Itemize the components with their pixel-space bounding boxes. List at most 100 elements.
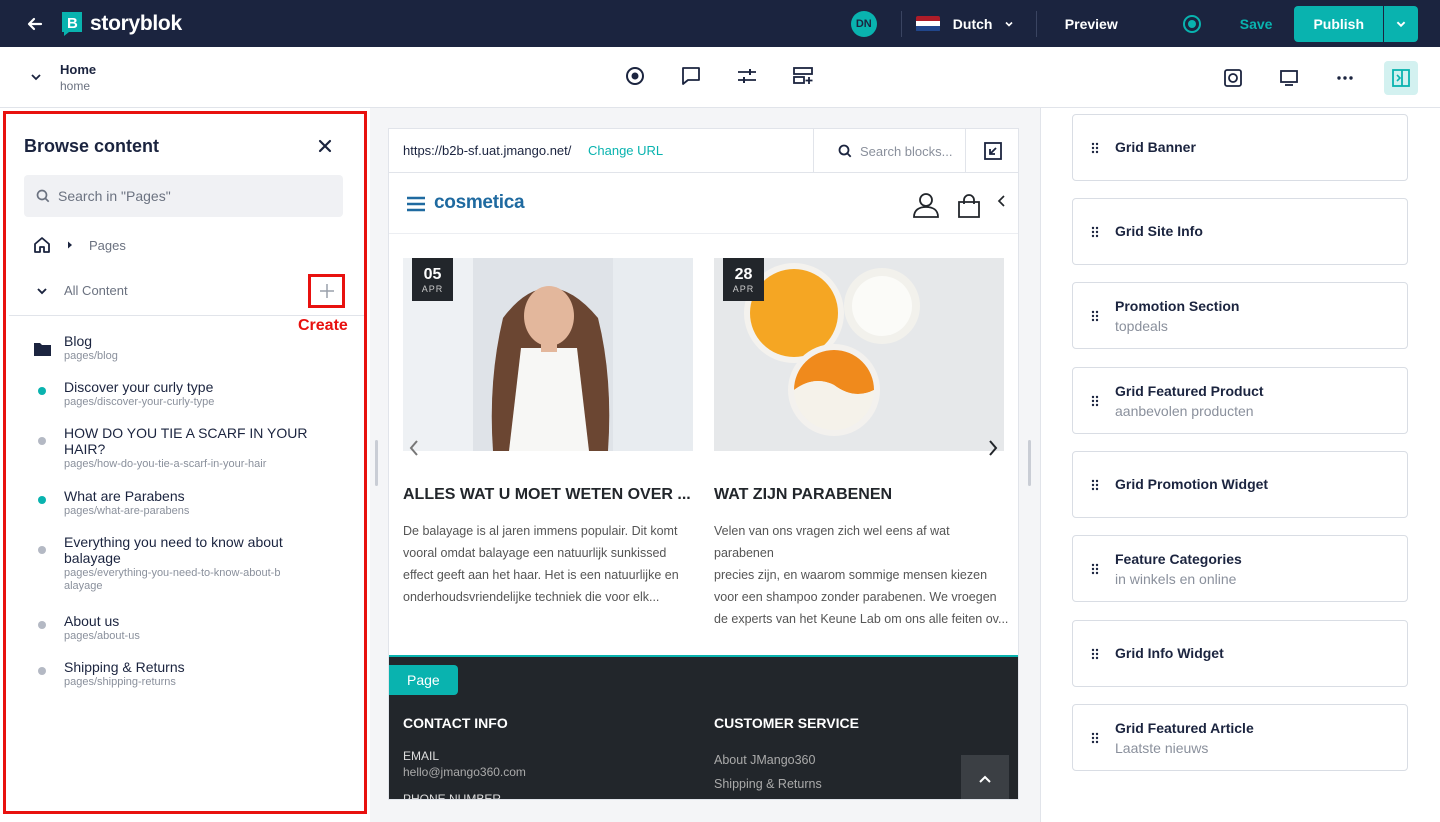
item-name: HOW DO YOU TIE A SCARF IN YOUR HAIR? <box>64 425 308 457</box>
item-slug: pages/about-us <box>64 630 140 642</box>
home-icon[interactable] <box>33 236 51 254</box>
more-options-button[interactable] <box>1328 61 1362 95</box>
item-slug: pages/everything-you-need-to-know-about-… <box>64 567 281 592</box>
excerpt-line: vooral omdat balayage een natuurlijk sun… <box>403 546 667 560</box>
story-item[interactable]: About us pages/about-us <box>30 613 330 653</box>
add-block-icon[interactable] <box>792 65 814 87</box>
block-item[interactable]: Promotion Section topdeals <box>1072 282 1408 349</box>
carousel-next-icon[interactable] <box>987 439 999 457</box>
block-item[interactable]: Grid Info Widget <box>1072 620 1408 687</box>
block-item[interactable]: Grid Site Info <box>1072 198 1408 265</box>
user-icon[interactable] <box>913 192 939 218</box>
carousel-prev-icon[interactable] <box>408 439 420 457</box>
drag-handle-icon[interactable] <box>1091 226 1099 238</box>
block-subtitle: Laatste nieuws <box>1115 740 1209 756</box>
drag-handle-icon[interactable] <box>1091 648 1099 660</box>
divider <box>9 315 364 316</box>
excerpt-line: De balayage is al jaren immens populair.… <box>403 524 678 538</box>
story-toolbar: Home home <box>0 47 1440 108</box>
search-blocks[interactable]: Search blocks... <box>813 129 966 173</box>
chevron-down-icon[interactable] <box>30 71 42 83</box>
preview-button[interactable]: Preview <box>1065 16 1118 32</box>
close-icon[interactable] <box>317 138 333 154</box>
sidebar-panel-icon <box>1392 69 1410 87</box>
chevron-down-icon <box>1396 21 1406 27</box>
story-item[interactable]: What are Parabens pages/what-are-parabens <box>30 488 330 528</box>
footer-link[interactable]: About JMango360 <box>714 753 815 767</box>
search-icon <box>838 144 852 158</box>
scroll-to-top-button[interactable] <box>961 755 1009 799</box>
email-value[interactable]: hello@jmango360.com <box>403 765 526 779</box>
drag-handle-icon[interactable] <box>1091 310 1099 322</box>
chevron-down-icon <box>1005 21 1014 27</box>
status-dot <box>38 667 46 675</box>
block-name: Grid Featured Product <box>1115 383 1264 399</box>
change-url-link[interactable]: Change URL <box>588 143 663 158</box>
content-search <box>24 175 343 217</box>
excerpt-line: voor een shampoo zonder parabenen. We vr… <box>714 590 997 604</box>
back-arrow-icon[interactable] <box>24 13 46 35</box>
story-item[interactable]: Everything you need to know about balaya… <box>30 534 330 592</box>
storyblok-logo[interactable]: B storyblok <box>60 11 182 37</box>
monitor-icon <box>1280 70 1298 86</box>
left-resize-handle[interactable] <box>375 440 378 486</box>
status-dot <box>38 437 46 445</box>
chevron-left-icon[interactable] <box>997 195 1007 207</box>
language-selector[interactable]: Dutch <box>915 15 1036 32</box>
sliders-icon[interactable] <box>736 65 758 87</box>
shopping-bag-icon[interactable] <box>958 194 980 218</box>
device-preview-button[interactable] <box>1272 61 1306 95</box>
app-name: storyblok <box>90 11 182 35</box>
divider <box>900 10 902 37</box>
visual-editor-button[interactable] <box>1216 61 1250 95</box>
chevron-up-icon <box>979 775 991 783</box>
target-icon[interactable] <box>624 65 646 87</box>
live-preview-icon[interactable] <box>1182 14 1202 34</box>
publish-dropdown-button[interactable] <box>1383 5 1418 42</box>
all-content-toggle[interactable]: All Content <box>36 283 128 298</box>
content-search-input[interactable] <box>58 188 328 204</box>
drag-handle-icon[interactable] <box>1091 479 1099 491</box>
item-name: Everything you need to know about balaya… <box>64 534 283 566</box>
story-item[interactable]: HOW DO YOU TIE A SCARF IN YOUR HAIR? page… <box>30 425 330 470</box>
hamburger-menu-icon[interactable] <box>407 196 425 212</box>
block-item[interactable]: Feature Categories in winkels en online <box>1072 535 1408 602</box>
drag-handle-icon[interactable] <box>1091 732 1099 744</box>
item-slug: pages/discover-your-curly-type <box>64 396 215 408</box>
block-item[interactable]: Grid Promotion Widget <box>1072 451 1408 518</box>
item-slug: pages/shipping-returns <box>64 676 176 688</box>
block-item[interactable]: Grid Banner <box>1072 114 1408 181</box>
item-name: Discover your curly type <box>64 379 214 395</box>
site-header: cosmetica <box>389 174 1018 234</box>
block-name: Grid Promotion Widget <box>1115 476 1269 492</box>
status-dot <box>38 496 46 504</box>
create-button[interactable] <box>308 274 345 308</box>
excerpt-line: de experts van het Keune Lab om ons alle… <box>714 612 1009 626</box>
folder-item[interactable]: Blog pages/blog <box>30 333 330 373</box>
breadcrumb-pages[interactable]: Pages <box>89 238 126 253</box>
panel-title: Browse content <box>24 136 160 156</box>
drag-handle-icon[interactable] <box>1091 395 1099 407</box>
user-avatar[interactable]: DN <box>850 10 877 37</box>
story-item[interactable]: Shipping & Returns pages/shipping-returns <box>30 659 330 699</box>
drag-handle-icon[interactable] <box>1091 563 1099 575</box>
excerpt-line: effect geeft aan het haar. Het is een na… <box>403 568 679 582</box>
block-item[interactable]: Grid Featured Product aanbevolen producte… <box>1072 367 1408 434</box>
story-item[interactable]: Discover your curly type pages/discover-y… <box>30 379 330 419</box>
drag-handle-icon[interactable] <box>1091 142 1099 154</box>
footer-link[interactable]: Shipping & Returns <box>714 777 822 791</box>
save-button[interactable]: Save <box>1240 16 1273 32</box>
site-brand[interactable]: cosmetica <box>434 192 525 214</box>
block-name: Grid Info Widget <box>1115 645 1224 661</box>
toggle-sidebar-button[interactable] <box>1384 61 1418 95</box>
language-label: Dutch <box>952 15 993 32</box>
publish-button[interactable]: Publish <box>1294 5 1383 42</box>
block-item[interactable]: Grid Featured Article Laatste nieuws <box>1072 704 1408 771</box>
comment-icon[interactable] <box>680 65 702 87</box>
breadcrumb: Pages <box>33 236 126 254</box>
right-resize-handle[interactable] <box>1028 440 1031 486</box>
page-block-tag[interactable]: Page <box>389 665 458 695</box>
svg-text:B: B <box>67 15 78 32</box>
collapse-icon[interactable] <box>983 141 1003 161</box>
url-bar: https://b2b-sf.uat.jmango.net/ Change UR… <box>389 129 1018 173</box>
